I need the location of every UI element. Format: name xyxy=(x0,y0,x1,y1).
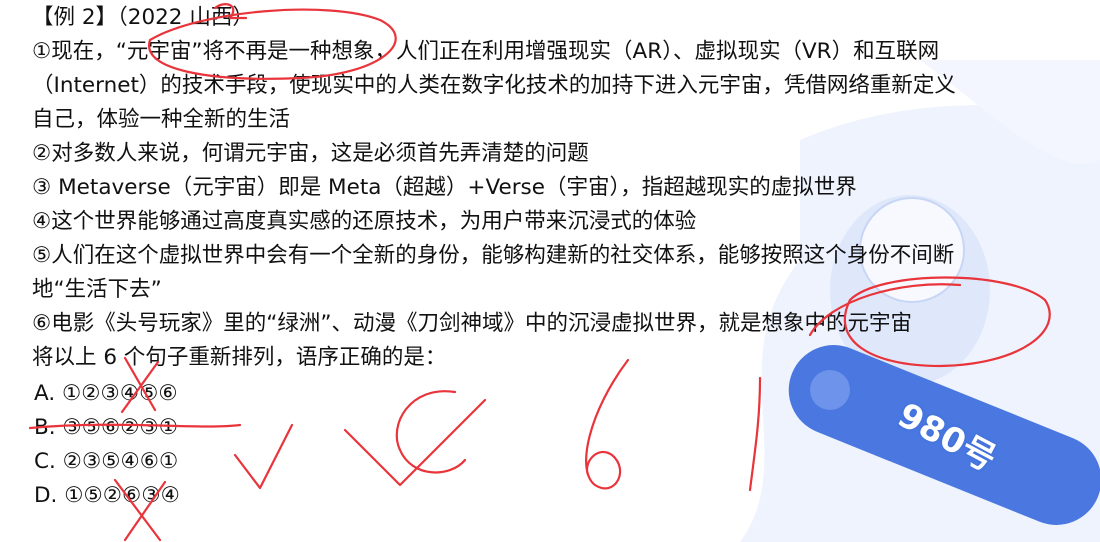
ink-six xyxy=(585,358,630,490)
option-c: C. ②③⑤④⑥① xyxy=(34,449,179,474)
sentence-3: ③ Metaverse（元宇宙）即是 Meta（超越）+Verse（宇宙），指超… xyxy=(32,175,857,200)
ink-c-letter xyxy=(395,390,467,474)
board-logo-icon xyxy=(810,370,850,410)
mascot-illustration xyxy=(740,60,1100,542)
question-prompt: 将以上 6 个句子重新排列，语序正确的是： xyxy=(32,345,447,370)
sentence-6: ⑥电影《头号玩家》里的“绿洲”、动漫《刀剑神域》中的沉浸虚拟世界，就是想象中的元… xyxy=(32,311,913,336)
sentence-5-line-1: ⑤人们在这个虚拟世界中会有一个全新的身份，能够构建新的社交体系，能够按照这个身份… xyxy=(32,243,955,268)
sentence-1-line-2: （Internet）的技术手段，使现实中的人类在数字化技术的加持下进入元宇宙，凭… xyxy=(32,73,956,98)
sentence-1-line-3: 自己，体验一种全新的生活 xyxy=(32,107,291,132)
sentence-4: ④这个世界能够通过高度真实感的还原技术，为用户带来沉浸式的体验 xyxy=(32,209,697,234)
sentence-2: ②对多数人来说，何谓元宇宙，这是必须首先弄清楚的问题 xyxy=(32,141,589,166)
sentence-1-line-1: ①现在，“元宇宙”将不再是一种想象，人们正在利用增强现实（AR）、虚拟现实（VR… xyxy=(32,39,940,64)
sentence-5-line-2: 地“生活下去” xyxy=(32,277,162,302)
question-heading: 【例 2】（2022 山西） xyxy=(32,5,254,30)
option-d: D. ①⑤②⑥③④ xyxy=(34,483,180,508)
ink-check-c xyxy=(343,398,487,487)
ink-check-b xyxy=(233,423,294,490)
option-a: A. ①②③④⑤⑥ xyxy=(34,381,178,406)
option-b: B. ③⑤⑥②③① xyxy=(34,415,179,440)
